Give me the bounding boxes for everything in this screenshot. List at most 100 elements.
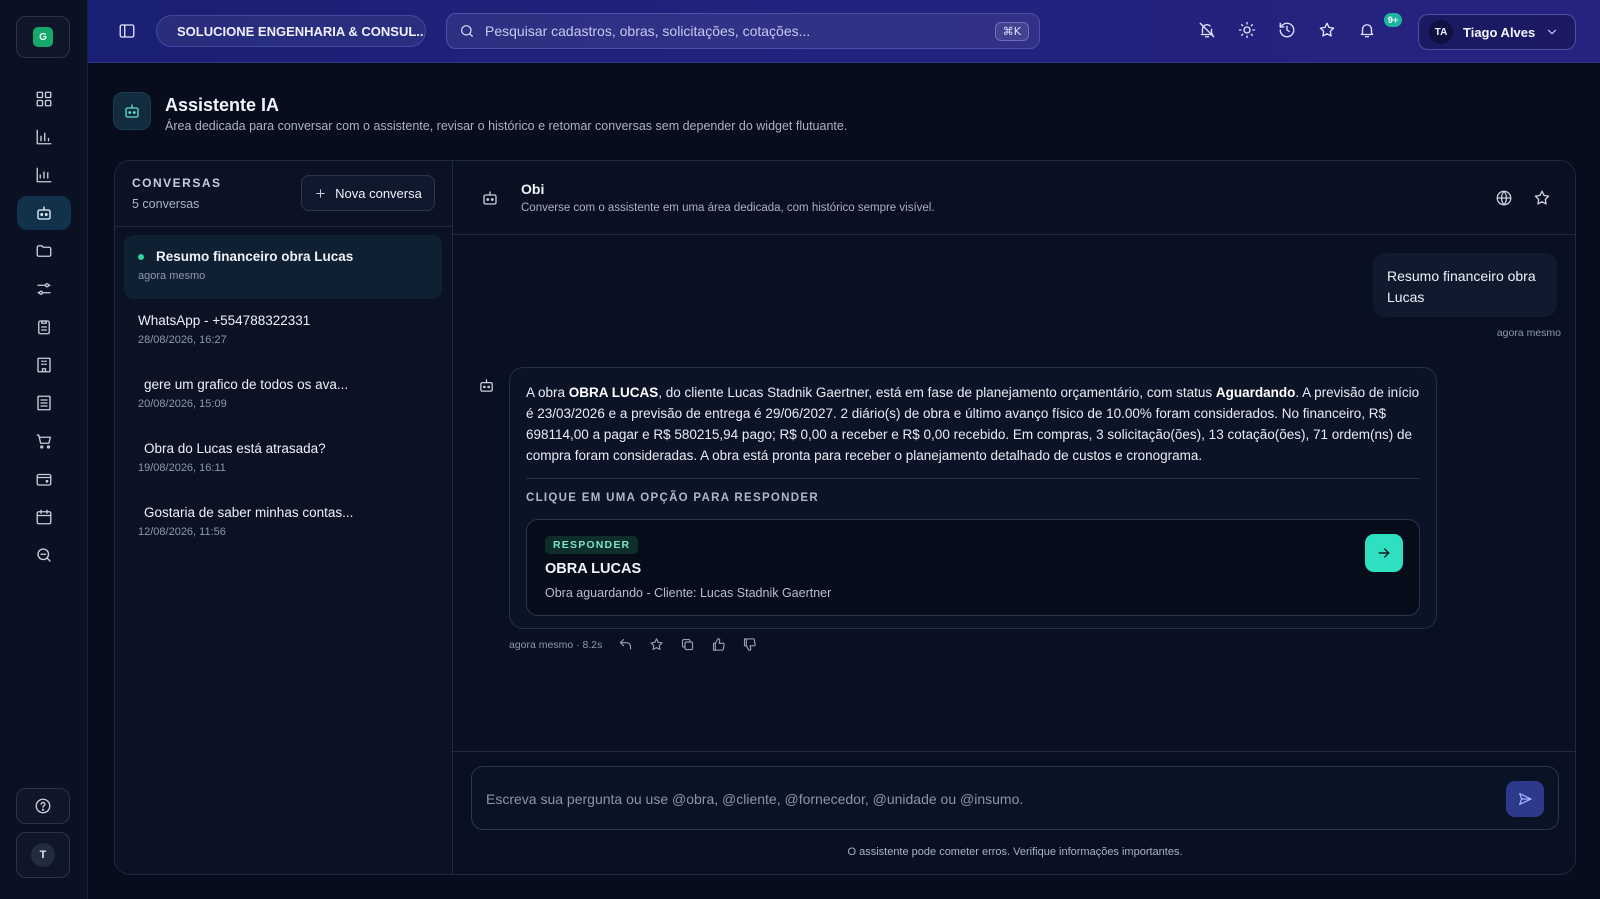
sun-icon[interactable]	[1238, 21, 1256, 39]
rail-item-buildings[interactable]	[17, 348, 71, 382]
notification-bell-icon[interactable]	[1358, 21, 1376, 39]
star-icon[interactable]	[1533, 189, 1551, 207]
reply-option-title: OBRA LUCAS	[545, 561, 642, 577]
rail-item-dashboard[interactable]	[17, 82, 71, 116]
wallet-icon	[36, 473, 52, 486]
bot-avatar-icon	[480, 379, 493, 392]
assistant-name: Obi	[521, 181, 545, 197]
company-selector[interactable]: SOLUCIONE ENGENHARIA & CONSUL...	[156, 15, 426, 47]
topbar-actions	[1198, 21, 1376, 39]
help-button[interactable]	[16, 788, 70, 824]
reply-option-tag: RESPONDER	[545, 536, 639, 554]
disclaimer: O assistente pode cometer erros. Verifiq…	[847, 846, 1183, 858]
search-shortcut: ⌘K	[994, 21, 1029, 41]
message-bold-project: OBRA LUCAS	[568, 385, 659, 400]
conversations-count: 5 conversas	[132, 197, 200, 211]
conversation-item[interactable]: Resumo financeiro obra Lucas agora mesmo	[124, 235, 442, 299]
plus-icon	[316, 188, 325, 198]
building-icon	[37, 357, 51, 373]
conversation-title: WhatsApp - +554788322331	[138, 313, 311, 328]
chat-area: Obi Converse com o assistente em uma áre…	[453, 161, 1575, 874]
conversation-time: 20/08/2026, 15:09	[138, 398, 227, 410]
rail-item-reports[interactable]	[17, 120, 71, 154]
new-conversation-button[interactable]: Nova conversa	[301, 175, 435, 211]
assistant-panel: CONVERSAS 5 conversas Nova conversa Resu…	[114, 160, 1576, 875]
star-icon[interactable]	[1318, 21, 1336, 39]
arrow-right-icon	[1378, 548, 1390, 558]
brand-initial: G	[33, 27, 53, 47]
new-conversation-label: Nova conversa	[335, 185, 422, 201]
composer-area: O assistente pode cometer erros. Verifiq…	[453, 751, 1575, 874]
conversation-title: Gostaria de saber minhas contas...	[144, 505, 354, 520]
message-text-part: , do cliente Lucas Stadnik Gaertner, est…	[658, 385, 1216, 400]
rail-item-calendar[interactable]	[17, 500, 71, 534]
rail-item-purchases[interactable]	[17, 424, 71, 458]
sidebar-toggle-button[interactable]	[118, 22, 136, 40]
divider	[526, 478, 1420, 479]
send-button[interactable]	[1506, 781, 1544, 817]
reply-options-hint: CLIQUE EM UMA OPÇÃO PARA RESPONDER	[526, 492, 819, 504]
notification-badge: 9+	[1384, 13, 1402, 27]
page-icon	[113, 92, 151, 130]
history-icon[interactable]	[1278, 21, 1296, 39]
message-bold-status: Aguardando	[1215, 385, 1296, 400]
grid-icon	[36, 91, 52, 107]
conversation-item[interactable]: Gostaria de saber minhas contas... 12/08…	[124, 491, 442, 555]
conversation-time: 12/08/2026, 11:56	[138, 526, 226, 538]
rail-item-analytics[interactable]	[17, 158, 71, 192]
message-meta-time: agora mesmo · 8.2s	[509, 638, 603, 651]
rail-item-projects[interactable]	[17, 234, 71, 268]
conversation-item[interactable]: gere um grafico de todos os ava... 20/08…	[124, 363, 442, 427]
message-text-part: A obra	[526, 385, 569, 400]
conversation-item[interactable]: WhatsApp - +554788322331 28/08/2026, 16:…	[124, 299, 442, 363]
rail-item-tasks[interactable]	[17, 310, 71, 344]
star-icon[interactable]	[649, 637, 664, 652]
clipboard-icon	[38, 320, 50, 335]
folder-icon	[36, 245, 52, 257]
rail-item-assistant[interactable]	[17, 196, 71, 230]
search-input[interactable]	[485, 23, 985, 39]
bot-icon	[483, 191, 497, 205]
conversation-list: CONVERSAS 5 conversas Nova conversa Resu…	[115, 161, 453, 874]
sliders-icon	[37, 283, 51, 295]
conversation-time: agora mesmo	[138, 270, 206, 282]
bot-icon	[37, 206, 51, 220]
reply-option-subtitle: Obra aguardando - Cliente: Lucas Stadnik…	[545, 586, 832, 600]
avatar: TA	[1429, 20, 1453, 44]
user-message: Resumo financeiro obra Lucas	[1373, 253, 1557, 317]
sidebar-toggle-icon	[119, 24, 135, 38]
user-menu[interactable]: TA Tiago Alves	[1418, 14, 1576, 50]
thumbs-down-icon[interactable]	[742, 637, 757, 652]
send-icon	[1519, 793, 1532, 805]
rail-item-wallet[interactable]	[17, 462, 71, 496]
page-subtitle: Área dedicada para conversar com o assis…	[165, 119, 848, 133]
calendar-icon	[36, 509, 52, 525]
rail-item-units[interactable]	[17, 386, 71, 420]
assistant-message-text: A obra OBRA LUCAS, do cliente Lucas Stad…	[526, 382, 1424, 466]
conversations-label: CONVERSAS	[132, 176, 222, 190]
left-rail: G T	[0, 0, 88, 899]
brand-logo[interactable]: G	[16, 16, 70, 58]
help-icon	[35, 798, 51, 814]
bar-chart-icon	[36, 129, 52, 145]
conversation-item[interactable]: Obra do Lucas está atrasada? 19/08/2026,…	[124, 427, 442, 491]
copy-icon[interactable]	[680, 637, 695, 652]
chat-header-actions	[1495, 189, 1551, 207]
chart-icon	[36, 167, 52, 183]
bell-off-icon[interactable]	[1198, 21, 1216, 39]
office-icon	[37, 395, 51, 411]
global-search[interactable]: ⌘K	[446, 13, 1040, 49]
conversation-title: Resumo financeiro obra Lucas	[138, 249, 442, 264]
thumbs-up-icon[interactable]	[711, 637, 726, 652]
reply-icon[interactable]	[618, 637, 633, 652]
company-name: SOLUCIONE ENGENHARIA & CONSUL...	[177, 23, 426, 39]
rail-user-avatar[interactable]: T	[16, 832, 70, 878]
rail-item-search[interactable]	[17, 538, 71, 572]
globe-icon[interactable]	[1495, 189, 1513, 207]
conversation-title: Obra do Lucas está atrasada?	[144, 441, 326, 456]
message-input[interactable]	[486, 789, 1476, 809]
user-name: Tiago Alves	[1463, 24, 1536, 40]
reply-option-send-button[interactable]	[1365, 534, 1403, 572]
rail-item-settings[interactable]	[17, 272, 71, 306]
reply-option-card[interactable]: RESPONDER OBRA LUCAS Obra aguardando - C…	[526, 519, 1420, 616]
